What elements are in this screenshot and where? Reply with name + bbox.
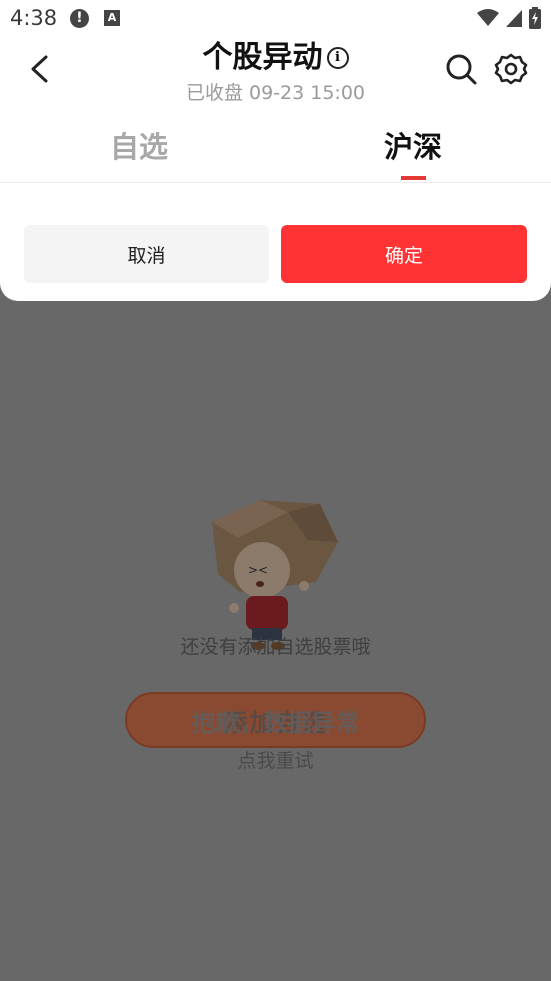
tab-watchlist[interactable]: 自选 [110,124,168,166]
page-title: 个股异动 [202,40,323,75]
retry-link[interactable]: 点我重试 [0,746,551,773]
signal-icon [506,10,522,27]
a-icon: A [104,10,120,26]
search-icon[interactable] [444,52,478,86]
confirm-button[interactable]: 确定 [281,225,527,283]
battery-icon [529,7,541,29]
status-icons [477,7,541,29]
tab-bar: 自选 沪深 [0,110,551,182]
status-time: 4:38 [10,6,58,30]
error-message: 抱歉，数据异常 [191,709,360,737]
header: 个股异动 i 已收盘 09-23 15:00 [0,30,551,110]
svg-text:><: >< [248,563,268,577]
box-carrier-illustration: >< [212,500,338,650]
wifi-icon [477,9,499,26]
info-icon[interactable]: i [326,47,349,69]
cancel-button[interactable]: 取消 [24,225,269,283]
alert-icon: ! [70,9,89,28]
top-sheet: 4:38 ! A 个股异动 i 已收盘 09-23 15:00 自选 沪深 取消… [0,0,551,301]
tab-shanghai-shenzhen[interactable]: 沪深 [384,124,442,166]
active-tab-indicator [401,176,426,180]
gear-icon[interactable] [494,52,528,86]
empty-state-text: 还没有添加自选股票哦 [180,636,371,658]
divider [0,182,551,183]
